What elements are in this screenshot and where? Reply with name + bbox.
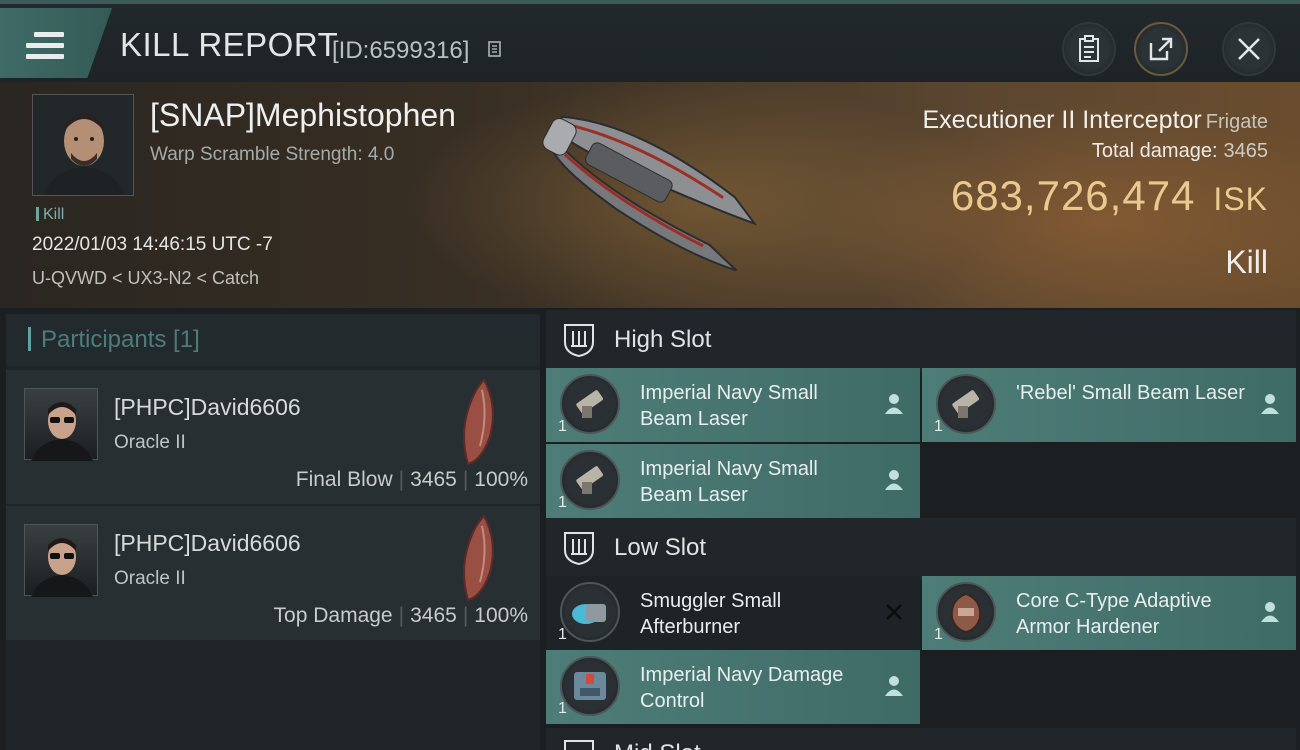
beam-laser-icon — [560, 374, 620, 434]
dropped-icon — [1261, 602, 1279, 622]
kill-location[interactable]: U-QVWD < UX3-N2 < Catch — [32, 268, 259, 289]
module-slot[interactable]: 1 Imperial Navy Small Beam Laser — [546, 368, 920, 442]
participant-stat-label: Top Damage — [273, 604, 393, 627]
high-slot-header: High Slot — [546, 310, 1296, 372]
participant-percent: 100% — [474, 468, 528, 491]
ship-render-image — [542, 115, 758, 272]
participant-name[interactable]: [PHPC]David6606 — [114, 530, 301, 557]
module-quantity: 1 — [558, 494, 567, 511]
destroyed-icon — [886, 604, 902, 620]
module-slot[interactable]: 1 Smuggler Small Afterburner — [546, 576, 920, 650]
warp-scramble-strength: Warp Scramble Strength: 4.0 — [150, 144, 395, 165]
damage-control-icon — [560, 656, 620, 716]
high-slot-label: High Slot — [614, 326, 712, 353]
module-slot[interactable]: 1 Imperial Navy Damage Control — [546, 650, 920, 724]
module-name: Smuggler Small Afterburner — [640, 590, 782, 638]
beam-laser-icon — [560, 450, 620, 510]
isk-amount: 683,726,474 — [950, 172, 1196, 219]
ship-class: Frigate — [1205, 111, 1268, 133]
share-icon — [1149, 37, 1173, 61]
kill-datetime: 2022/01/03 14:46:15 UTC -7 — [32, 234, 273, 255]
module-name: Imperial Navy Small Beam Laser — [640, 382, 818, 430]
module-quantity: 1 — [934, 626, 943, 643]
participant-stat-label: Final Blow — [295, 468, 393, 491]
victim-portrait[interactable] — [32, 94, 134, 196]
module-name: Imperial Navy Damage Control — [640, 664, 844, 712]
module-quantity: 1 — [558, 700, 567, 717]
report-id: [ID:6599316] — [332, 37, 470, 64]
low-slot-icon — [564, 532, 594, 566]
module-slot[interactable]: 1 'Rebel' Small Beam Laser — [922, 368, 1296, 442]
participant-stats: Top Damage | 3465 | 100% — [273, 604, 528, 627]
mid-slot-header: Mid Slot — [546, 728, 1296, 750]
kill-tag: Kill — [36, 206, 64, 224]
participants-panel: Participants [1] [PHPC]David6606 Oracle … — [6, 314, 540, 750]
menu-icon — [26, 32, 64, 62]
module-slot[interactable]: 1 Imperial Navy Small Beam Laser — [546, 444, 920, 518]
module-name: Core C-Type Adaptive Armor Hardener — [1016, 590, 1212, 638]
afterburner-icon — [560, 582, 620, 642]
armor-hardener-icon — [936, 582, 996, 642]
participant-name[interactable]: [PHPC]David6606 — [114, 394, 301, 421]
participant-row[interactable]: [PHPC]David6606 Oracle II Top Damage | 346… — [6, 506, 540, 640]
dropped-icon — [1261, 394, 1279, 414]
copy-icon[interactable] — [486, 41, 502, 59]
participant-damage: 3465 — [410, 468, 457, 491]
participant-ship: Oracle II — [114, 568, 186, 589]
kill-summary-banner: [SNAP]Mephistophen Warp Scramble Strengt… — [0, 82, 1300, 308]
page-title: KILL REPORT — [120, 26, 339, 63]
dropped-icon — [885, 676, 903, 696]
victim-ship-name[interactable]: Executioner II Interceptor Frigate — [922, 106, 1268, 135]
victim-name[interactable]: [SNAP]Mephistophen — [150, 97, 456, 134]
victim-avatar — [33, 95, 133, 195]
isk-value: 683,726,474 ISK — [951, 172, 1268, 220]
header-bar: KILL REPORT [ID:6599316] — [0, 0, 1300, 82]
high-slot-icon — [564, 324, 594, 358]
total-damage: Total damage: 3465 — [1092, 140, 1268, 163]
total-damage-label: Total damage: — [1091, 140, 1218, 162]
participant-avatar — [24, 388, 98, 461]
dropped-icon — [885, 470, 903, 490]
low-slot-label: Low Slot — [614, 534, 707, 561]
module-slot[interactable]: 1 Core C-Type Adaptive Armor Hardener — [922, 576, 1296, 650]
module-quantity: 1 — [934, 418, 943, 435]
dropped-icon — [885, 394, 903, 414]
mid-slot-label: Mid Slot — [614, 740, 701, 750]
participant-row[interactable]: [PHPC]David6606 Oracle II Final Blow | 346… — [6, 370, 540, 504]
participant-ship: Oracle II — [114, 432, 186, 453]
share-button[interactable] — [1134, 22, 1188, 76]
close-button[interactable] — [1222, 22, 1276, 76]
oracle-ship-icon — [463, 514, 494, 602]
menu-button[interactable] — [0, 8, 112, 78]
participant-stats: Final Blow | 3465 | 100% — [295, 468, 528, 491]
participant-damage: 3465 — [410, 604, 457, 627]
participant-percent: 100% — [474, 604, 528, 627]
clipboard-icon — [1079, 35, 1099, 62]
isk-unit: ISK — [1213, 181, 1268, 217]
beam-laser-icon — [936, 374, 996, 434]
participants-header: Participants [1] — [6, 314, 540, 366]
ship-name-text: Executioner II Interceptor — [922, 106, 1202, 134]
module-name: 'Rebel' Small Beam Laser — [1016, 382, 1245, 404]
participant-avatar — [24, 524, 98, 597]
module-name: Imperial Navy Small Beam Laser — [640, 458, 818, 506]
kill-type-label: Kill — [1225, 244, 1268, 280]
oracle-ship-icon — [463, 378, 494, 466]
close-icon — [1238, 38, 1260, 60]
total-damage-value: 3465 — [1223, 140, 1269, 162]
module-quantity: 1 — [558, 626, 567, 643]
module-quantity: 1 — [558, 418, 567, 435]
low-slot-header: Low Slot — [546, 518, 1296, 580]
mid-slot-icon — [564, 740, 594, 750]
clipboard-button[interactable] — [1062, 22, 1116, 76]
